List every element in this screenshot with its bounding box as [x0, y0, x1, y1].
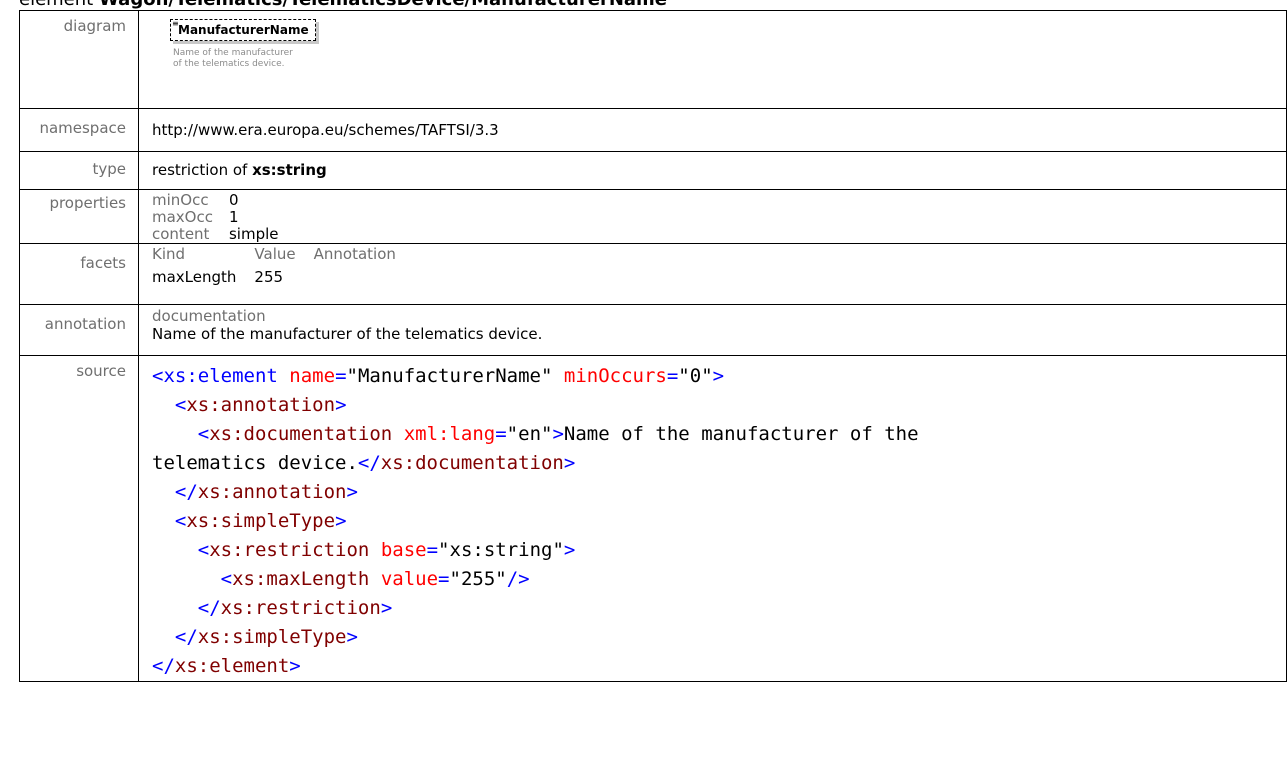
- property-value: simple: [228, 225, 279, 243]
- code-documentation-tag: xs:documentation: [209, 423, 393, 445]
- diagram-row: diagram ≡ ManufacturerName Name of the m…: [19, 10, 1287, 109]
- facets-label-cell: facets: [19, 243, 139, 305]
- property-row: minOcc 0: [152, 192, 279, 209]
- diagram-doc-line-1: Name of the manufacturer: [173, 48, 293, 58]
- code-attr-name: name: [289, 365, 336, 387]
- heading-prefix: element: [19, 0, 99, 10]
- code-restriction-tag: xs:restriction: [209, 539, 370, 561]
- diagram-doc: Name of the manufacturer of the telemati…: [173, 48, 323, 70]
- diagram-label-cell: diagram: [19, 10, 139, 109]
- annotation-row: annotation documentation Name of the man…: [19, 304, 1287, 356]
- facets-header-value: Value: [254, 245, 296, 263]
- code-attr-base-value: xs:string: [449, 539, 553, 561]
- code-simpletype-tag: xs:simpleType: [186, 510, 336, 532]
- code-attr-minoccurs: minOccurs: [563, 365, 667, 387]
- properties-row: properties minOcc 0 maxOcc 1 content simple: [19, 189, 1287, 244]
- namespace-label: namespace: [39, 119, 126, 137]
- property-value: 0: [228, 191, 239, 209]
- type-base-link[interactable]: xs:string: [252, 161, 327, 179]
- facets-table: Kind Value Annotation maxLength 255: [152, 246, 414, 286]
- code-documentation-close: xs:documentation: [380, 452, 564, 474]
- diagram-element-box[interactable]: ≡ ManufacturerName: [170, 19, 316, 41]
- facets-cell: Kind Value Annotation maxLength 255: [138, 243, 1287, 305]
- diagram-element-name: ManufacturerName: [178, 23, 309, 37]
- source-row: source <xs:element name="ManufacturerNam…: [19, 355, 1287, 682]
- code-attr-minoccurs-value: 0: [689, 365, 702, 387]
- code-simpletype-close: xs:simpleType: [197, 626, 347, 648]
- facet-row: maxLength 255: [152, 263, 414, 286]
- diagram-cell: ≡ ManufacturerName Name of the manufactu…: [138, 10, 1287, 109]
- property-key: minOcc: [152, 191, 209, 209]
- property-key: content: [152, 225, 210, 243]
- annotation-heading: documentation: [152, 307, 266, 325]
- page-heading: element Wagon/Telematics/TelematicsDevic…: [19, 0, 667, 10]
- property-row: maxOcc 1: [152, 209, 279, 226]
- properties-label-cell: properties: [19, 189, 139, 244]
- property-key: maxOcc: [152, 208, 213, 226]
- code-restriction-close: xs:restriction: [220, 597, 381, 619]
- namespace-label-cell: namespace: [19, 108, 139, 152]
- annotation-cell: documentation Name of the manufacturer o…: [138, 304, 1287, 356]
- code-attr-lang-value: en: [518, 423, 542, 445]
- namespace-value: http://www.era.europa.eu/schemes/TAFTSI/…: [138, 108, 1287, 152]
- code-attr-lang: xml:lang: [403, 423, 496, 445]
- properties-cell: minOcc 0 maxOcc 1 content simple: [138, 189, 1287, 244]
- code-attr-value-value: 255: [460, 568, 496, 590]
- code-maxlength-tag: xs:maxLength: [232, 568, 370, 590]
- namespace-row: namespace http://www.era.europa.eu/schem…: [19, 108, 1287, 152]
- element-doc-table: diagram ≡ ManufacturerName Name of the m…: [19, 10, 1287, 682]
- source-cell: <xs:element name="ManufacturerName" minO…: [138, 355, 1287, 682]
- code-annotation-tag: xs:annotation: [186, 394, 336, 416]
- code-attr-name-value: ManufacturerName: [357, 365, 541, 387]
- properties-label: properties: [49, 194, 126, 212]
- annotation-label: annotation: [44, 315, 126, 333]
- diagram-label: diagram: [63, 17, 126, 35]
- type-label: type: [92, 160, 126, 178]
- element-lines-icon: ≡: [172, 19, 179, 28]
- code-attr-base: base: [380, 539, 427, 561]
- facet-kind: maxLength: [152, 268, 237, 286]
- facets-header-kind: Kind: [152, 245, 186, 263]
- diagram-doc-line-2: of the telematics device.: [173, 59, 285, 69]
- type-label-cell: type: [19, 151, 139, 190]
- facets-label: facets: [80, 254, 126, 272]
- code-element-open: <xs:element: [152, 365, 278, 387]
- source-label: source: [76, 362, 126, 380]
- facet-value: 255: [254, 268, 284, 286]
- code-element-close: xs:element: [174, 655, 290, 677]
- heading-path: Wagon/Telematics/TelematicsDevice/Manufa…: [99, 0, 667, 10]
- type-prefix: restriction of: [152, 161, 253, 179]
- annotation-label-cell: annotation: [19, 304, 139, 356]
- properties-table: minOcc 0 maxOcc 1 content simple: [152, 192, 279, 243]
- source-code: <xs:element name="ManufacturerName" minO…: [152, 365, 919, 677]
- annotation-text: Name of the manufacturer of the telemati…: [152, 325, 543, 343]
- facets-header-annotation: Annotation: [313, 245, 396, 263]
- type-cell: restriction of xs:string: [138, 151, 1287, 190]
- facets-header-row: Kind Value Annotation: [152, 246, 414, 263]
- element-diagram: ≡ ManufacturerName Name of the manufactu…: [170, 19, 328, 70]
- property-row: content simple: [152, 226, 279, 243]
- source-label-cell: source: [19, 355, 139, 682]
- facet-annotation: [314, 263, 414, 286]
- property-value: 1: [228, 208, 239, 226]
- code-annotation-close: xs:annotation: [197, 481, 347, 503]
- facets-row: facets Kind Value Annotation maxLength 2…: [19, 243, 1287, 305]
- type-row: type restriction of xs:string: [19, 151, 1287, 190]
- code-doc-text-2: telematics device.: [152, 452, 358, 474]
- code-attr-value: value: [380, 568, 439, 590]
- code-doc-text-1: Name of the manufacturer of the: [563, 423, 919, 445]
